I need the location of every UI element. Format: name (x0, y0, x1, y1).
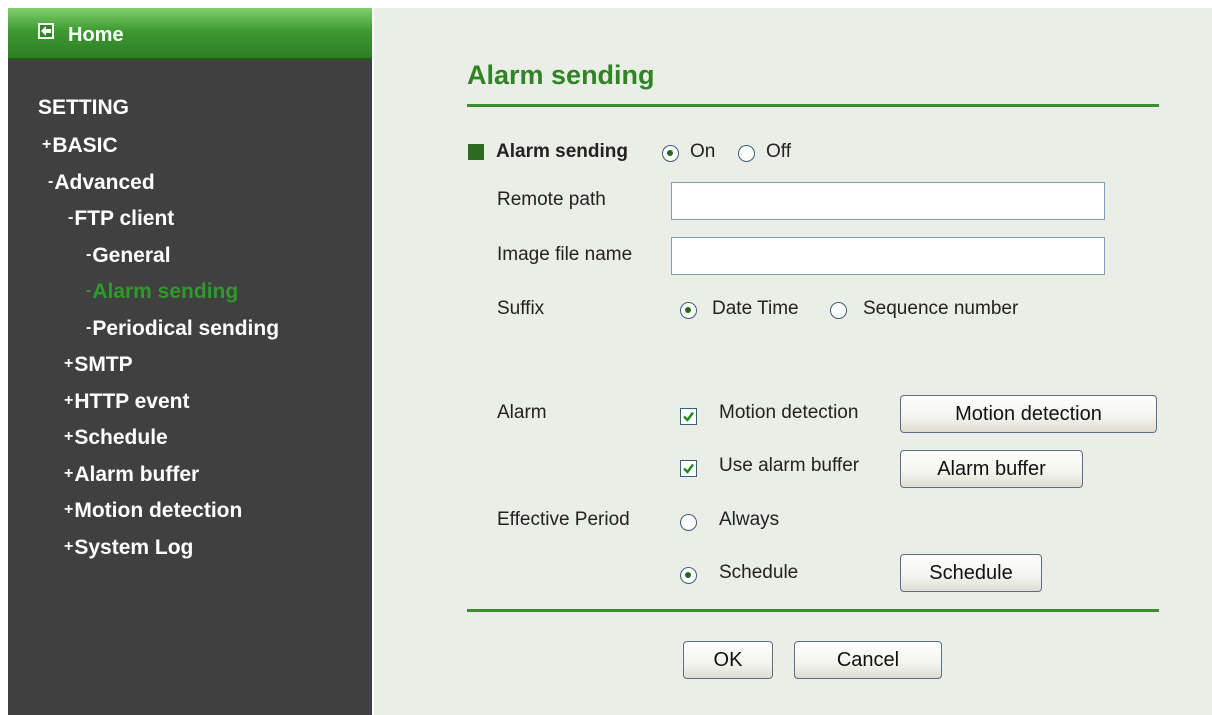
effective-period-schedule-label: Schedule (719, 562, 799, 583)
sidebar-item-label: Schedule (74, 426, 168, 449)
expand-icon: + (64, 501, 74, 518)
sidebar-item-label: Motion detection (74, 499, 243, 522)
sidebar-item-label: Periodical sending (92, 317, 280, 340)
suffix-sequence-label: Sequence number (863, 298, 1019, 319)
expand-icon: + (64, 355, 74, 372)
footer-divider (467, 609, 1159, 612)
alarm-buffer-button[interactable]: Alarm buffer (900, 450, 1083, 488)
sidebar-item-label: Advanced (54, 171, 155, 194)
checkmark-icon (683, 411, 694, 422)
sidebar-item-label: Alarm buffer (74, 463, 200, 486)
alarm-sending-on-label: On (690, 141, 716, 162)
effective-period-label: Effective Period (497, 509, 630, 530)
main-panel: Alarm sending Alarm sending On Off Remot… (374, 8, 1212, 715)
suffix-date-time-label: Date Time (712, 298, 799, 319)
sidebar-item-label: FTP client (74, 207, 175, 230)
use-alarm-buffer-checkbox[interactable] (680, 460, 697, 477)
alarm-sending-label: Alarm sending (496, 141, 628, 162)
sidebar-item-label: Alarm sending (92, 280, 239, 303)
motion-detection-checkbox[interactable] (680, 408, 697, 425)
motion-detection-button[interactable]: Motion detection (900, 395, 1157, 433)
schedule-button[interactable]: Schedule (900, 554, 1042, 592)
use-alarm-buffer-label: Use alarm buffer (719, 455, 860, 476)
alarm-sending-on-radio[interactable] (662, 145, 679, 162)
sidebar: Home SETTING +BASIC -Advanced -FTP clien… (8, 8, 372, 715)
effective-period-schedule-radio[interactable] (680, 567, 697, 584)
sidebar-item-alarm-sending[interactable]: -Alarm sending (86, 278, 238, 305)
sidebar-item-ftp-client[interactable]: -FTP client (68, 205, 174, 232)
home-link[interactable]: Home (8, 8, 372, 60)
sidebar-item-schedule[interactable]: +Schedule (64, 424, 168, 451)
sidebar-item-periodical-sending[interactable]: -Periodical sending (86, 315, 279, 342)
suffix-date-time-radio[interactable] (680, 302, 697, 319)
motion-detection-label: Motion detection (719, 402, 859, 423)
sidebar-item-label: SMTP (74, 353, 133, 376)
cancel-button[interactable]: Cancel (794, 641, 942, 679)
sidebar-item-alarm-buffer[interactable]: +Alarm buffer (64, 461, 199, 488)
collapse-icon: - (86, 319, 92, 336)
sidebar-item-label: System Log (74, 536, 194, 559)
effective-period-always-label: Always (719, 509, 780, 530)
sidebar-item-http-event[interactable]: +HTTP event (64, 388, 190, 415)
image-file-name-input[interactable] (671, 237, 1105, 275)
sidebar-item-label: HTTP event (74, 390, 190, 413)
remote-path-input[interactable] (671, 182, 1105, 220)
expand-icon: + (64, 392, 74, 409)
suffix-sequence-radio[interactable] (830, 302, 847, 319)
expand-icon: + (64, 538, 74, 555)
expand-icon: + (42, 136, 52, 153)
sidebar-item-label: BASIC (52, 134, 118, 157)
collapse-icon: - (86, 282, 92, 299)
section-bullet-icon (468, 144, 484, 160)
checkmark-icon (683, 463, 694, 474)
sidebar-item-label: General (92, 244, 171, 267)
suffix-label: Suffix (497, 298, 545, 319)
image-file-name-label: Image file name (497, 244, 633, 265)
sidebar-item-advanced[interactable]: -Advanced (48, 169, 155, 196)
expand-icon: + (64, 428, 74, 445)
expand-icon: + (64, 465, 74, 482)
collapse-icon: - (68, 209, 74, 226)
alarm-label: Alarm (497, 402, 547, 423)
alarm-sending-off-radio[interactable] (738, 145, 755, 162)
sidebar-item-basic[interactable]: +BASIC (42, 132, 118, 159)
collapse-icon: - (48, 173, 54, 190)
page-title: Alarm sending (467, 60, 655, 90)
sidebar-item-motion-detection[interactable]: +Motion detection (64, 497, 242, 524)
sidebar-item-smtp[interactable]: +SMTP (64, 351, 133, 378)
sidebar-item-system-log[interactable]: +System Log (64, 534, 193, 561)
sidebar-item-general[interactable]: -General (86, 242, 171, 269)
remote-path-label: Remote path (497, 189, 606, 210)
title-divider (467, 104, 1159, 107)
home-label: Home (68, 24, 124, 46)
effective-period-always-radio[interactable] (680, 514, 697, 531)
setting-heading: SETTING (38, 96, 130, 119)
ok-button[interactable]: OK (683, 641, 773, 679)
collapse-icon: - (86, 246, 92, 263)
back-arrow-icon (38, 23, 54, 39)
alarm-sending-off-label: Off (766, 141, 791, 162)
